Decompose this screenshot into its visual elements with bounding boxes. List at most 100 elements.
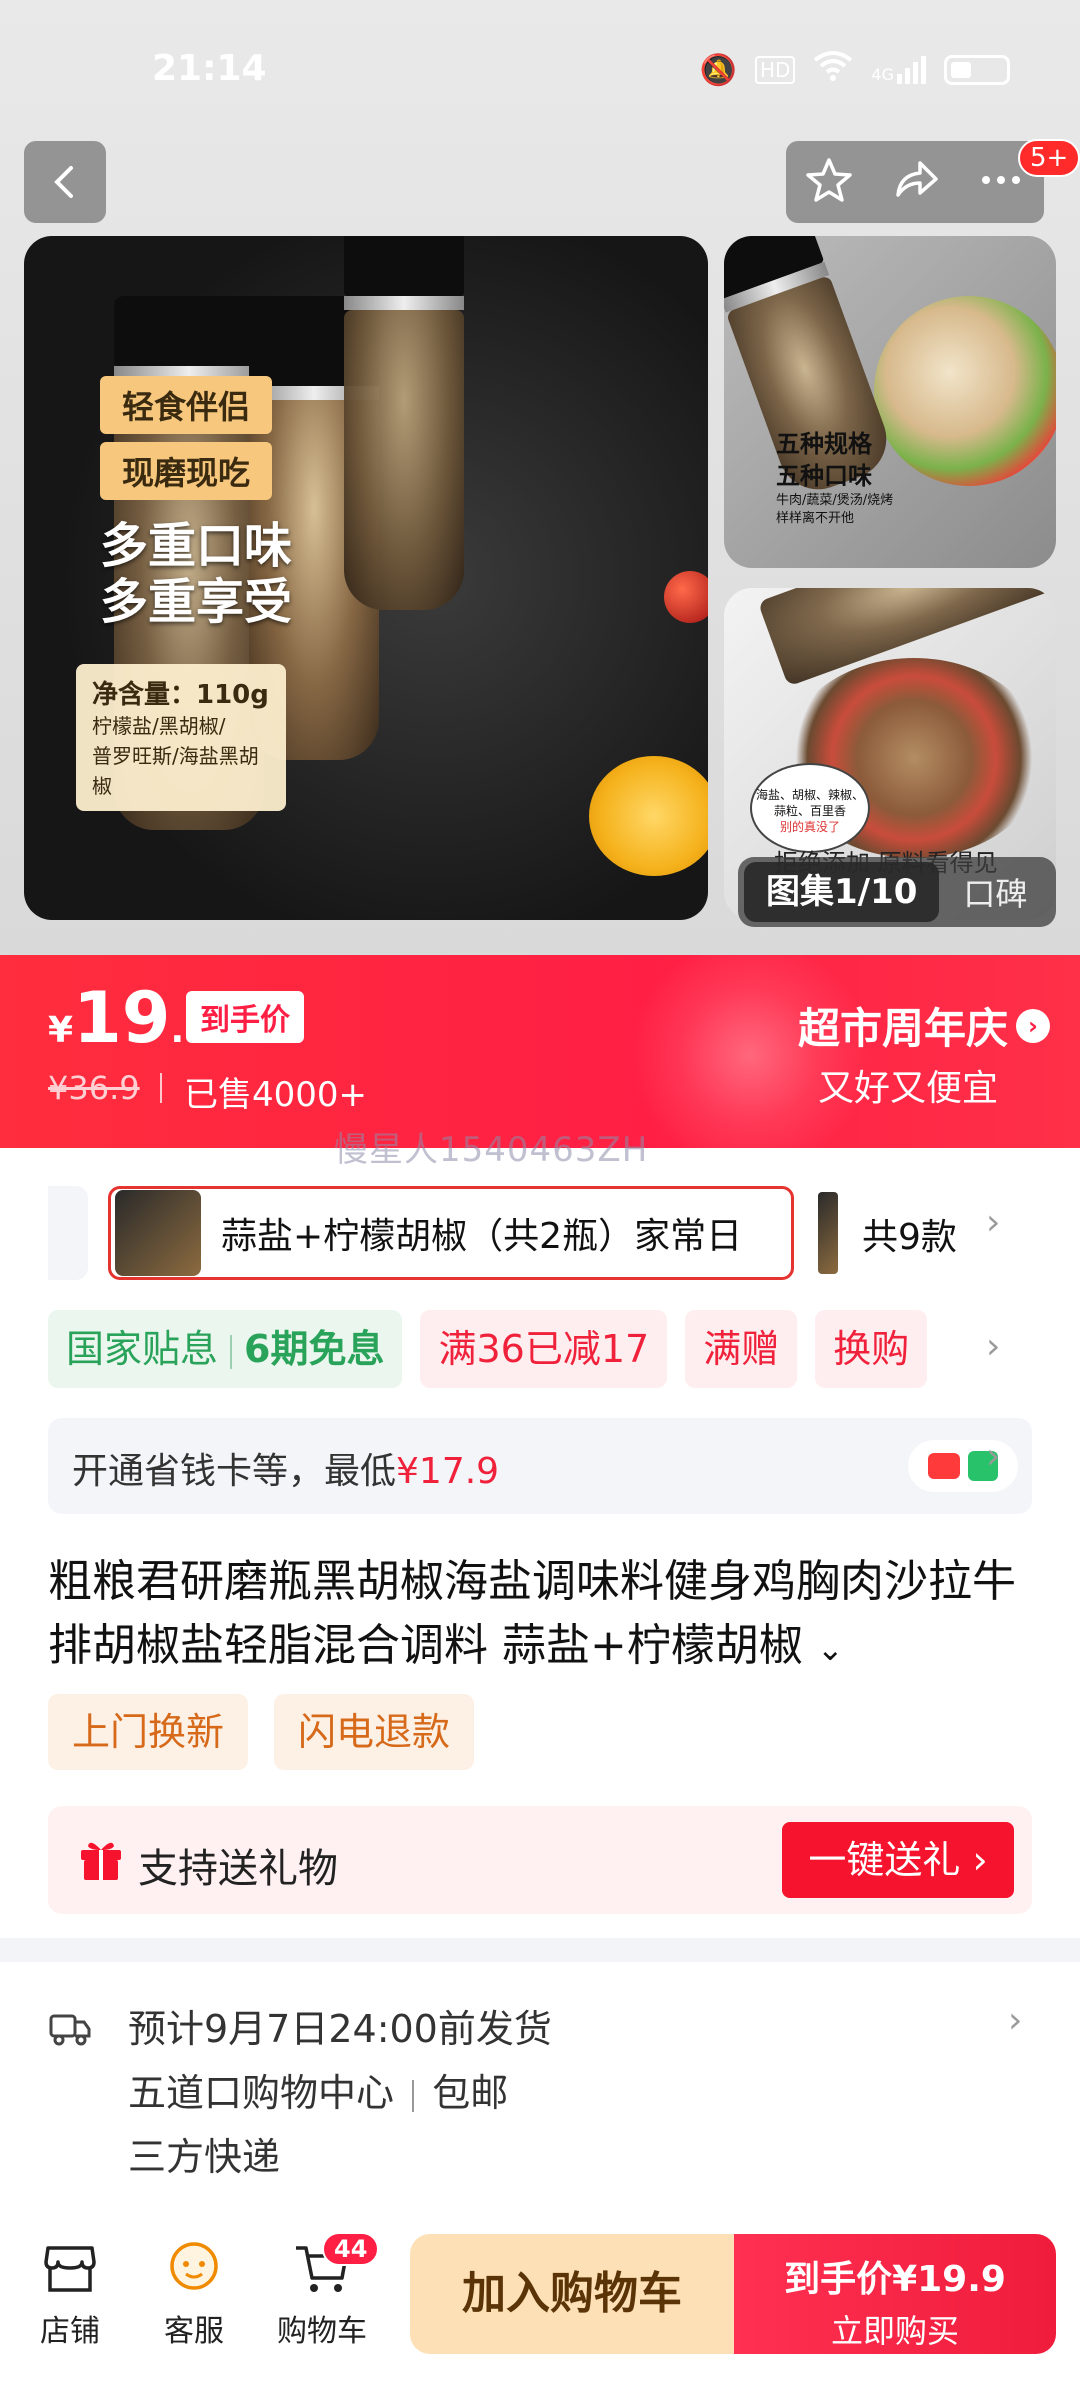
chevron-right-icon[interactable]: ›	[986, 1202, 1000, 1243]
shipping-info[interactable]: 预计9月7日24:00前发货 五道口购物中心 包邮 三方快递 ›	[0, 1962, 1080, 2222]
sold-separator	[160, 1073, 162, 1103]
chevron-right-icon: ›	[1016, 1008, 1050, 1043]
promo-event-link[interactable]: 超市周年庆 ›	[798, 995, 1050, 1056]
discount-chip[interactable]: 满36已减17	[420, 1310, 668, 1388]
chevron-left-icon	[54, 166, 73, 198]
installment-label: 6期免息	[244, 1327, 385, 1371]
gallery-slogan: 多重口味 多重享受	[100, 518, 292, 630]
share-button[interactable]	[890, 155, 940, 209]
product-title-text: 粗粮君研磨瓶黑胡椒海盐调味料健身鸡胸肉沙拉牛排胡椒盐轻脂混合调料 蒜盐+柠檬胡椒	[48, 1556, 1016, 1671]
saver-text: 开通省钱卡等，最低¥17.9	[72, 1442, 499, 1494]
sku-selected-option[interactable]: 蒜盐+柠檬胡椒（共2瓶）家常日	[108, 1186, 794, 1280]
store-button[interactable]: 店铺	[10, 2238, 130, 2350]
cart-count-badge: 44	[322, 2232, 380, 2266]
saver-card-row[interactable]: 开通省钱卡等，最低¥17.9 ›	[48, 1418, 1032, 1514]
net-weight-box: 净含量：110g 柠檬盐/黑胡椒/ 普罗旺斯/海盐黑胡椒	[76, 664, 286, 811]
sold-count: 已售4000+	[184, 1075, 368, 1115]
thumb-1-line-1: 五种规格	[776, 430, 872, 458]
original-price: ¥36.9	[48, 1069, 140, 1107]
exchange-promo-chip[interactable]: 换购	[815, 1310, 928, 1388]
gallery-tag-2: 现磨现吃	[100, 442, 273, 500]
store-label: 店铺	[40, 2314, 100, 2349]
hd-icon: HD	[754, 56, 796, 84]
send-gift-label: 一键送礼	[808, 1838, 961, 1882]
promo-event-subtitle: 又好又便宜	[817, 1068, 998, 1109]
customer-service-icon	[170, 2242, 218, 2290]
sku-total-count[interactable]: 共9款	[862, 1208, 957, 1260]
mute-icon: 🔕	[699, 52, 737, 88]
message-badge: 5+	[1018, 139, 1080, 177]
reviews-tab[interactable]: 口碑	[963, 869, 1027, 915]
salad-plate	[874, 296, 1056, 486]
cart-label: 购物车	[277, 2314, 367, 2349]
customer-service-button[interactable]: 客服	[134, 2238, 254, 2350]
ship-estimate: 预计9月7日24:00前发货	[128, 2007, 552, 2051]
add-to-cart-button[interactable]: 加入购物车	[410, 2234, 734, 2354]
service-tag-exchange[interactable]: 上门换新	[48, 1694, 249, 1770]
buy-now-button[interactable]: 到手价¥19.9 立即购买	[734, 2234, 1056, 2354]
share-icon	[896, 161, 938, 197]
gift-row: 支持送礼物 一键送礼 ›	[48, 1806, 1032, 1914]
favorite-button[interactable]	[804, 155, 854, 209]
status-icons: 🔕 HD 4G	[700, 50, 1010, 90]
currency-symbol: ¥	[48, 1010, 74, 1051]
coupon-icon	[928, 1453, 960, 1479]
price-integer: 19	[73, 977, 171, 1059]
thumb-1-line-2: 五种口味	[776, 462, 872, 490]
free-shipping: 包邮	[432, 2071, 509, 2115]
sku-prev-option[interactable]	[48, 1186, 88, 1280]
bubble-text: 海盐、胡椒、辣椒、蒜粒、百里香	[755, 788, 864, 818]
sku-selected-label: 蒜盐+柠檬胡椒（共2瓶）家常日	[221, 1216, 743, 1257]
flavors-line-1: 柠檬盐/黑胡椒/	[92, 714, 226, 738]
sku-next-option[interactable]	[818, 1192, 838, 1274]
national-subsidy-label: 国家贴息	[66, 1327, 219, 1371]
thumb-1-line-3: 牛肉/蔬菜/煲汤/烧烤	[776, 493, 894, 508]
gift-label: 支持送礼物	[138, 1846, 338, 1892]
promotions-more-chevron[interactable]: ›	[986, 1326, 1000, 1367]
saver-icons	[908, 1440, 1018, 1492]
product-title[interactable]: 粗粮君研磨瓶黑胡椒海盐调味料健身鸡胸肉沙拉牛排胡椒盐轻脂混合调料 蒜盐+柠檬胡椒…	[48, 1550, 1028, 1681]
ship-origin-line: 五道口购物中心 包邮	[128, 2062, 508, 2117]
header-actions	[786, 141, 1044, 223]
user-watermark: 慢星人1540463ZH	[334, 1130, 649, 1170]
album-pill[interactable]: 图集1/10 口碑	[738, 857, 1056, 927]
send-gift-button[interactable]: 一键送礼 ›	[782, 1822, 1014, 1898]
star-icon	[806, 158, 852, 202]
buy-now-label: 立即购买	[830, 2312, 959, 2350]
thumb-1-caption: 五种规格 五种口味 牛肉/蔬菜/煲汤/烧烤 样样离不开他	[776, 428, 893, 528]
status-bar: 21:14 🔕 HD 4G	[0, 0, 1080, 140]
bottle-right	[344, 236, 464, 610]
ship-separator	[412, 2079, 415, 2112]
slogan-line-1: 多重口味	[100, 518, 293, 574]
flavors-line-2: 普罗旺斯/海盐黑胡椒	[92, 744, 259, 798]
service-tag-refund[interactable]: 闪电退款	[274, 1694, 475, 1770]
back-button[interactable]	[24, 141, 106, 223]
bottom-action-bar: 店铺 客服 购物车 44 加入购物车 到手价¥19.9 立即购买	[0, 2222, 1080, 2400]
4g-signal-icon: 4G	[871, 56, 926, 84]
sku-selector: 蒜盐+柠檬胡椒（共2瓶）家常日 共9款 ›	[0, 1180, 1080, 1280]
slogan-line-2: 多重享受	[100, 574, 293, 630]
ship-origin: 五道口购物中心	[128, 2071, 395, 2115]
service-tags: 上门换新 闪电退款	[48, 1694, 475, 1770]
store-icon	[44, 2246, 96, 2292]
promotion-chips: 国家贴息 6期免息 满36已减17 满赠 换购	[48, 1310, 960, 1388]
gift-promo-chip[interactable]: 满赠	[685, 1310, 798, 1388]
buy-now-price: 到手价¥19.9	[784, 2259, 1006, 2300]
saver-lowest-price: ¥17.9	[396, 1451, 500, 1492]
chevron-right-icon: ›	[986, 1436, 1001, 1477]
gallery-main-image[interactable]: 轻食伴侣 现磨现吃 多重口味 多重享受 净含量：110g 柠檬盐/黑胡椒/ 普罗…	[24, 236, 708, 920]
status-time: 21:14	[152, 48, 267, 89]
battery-icon	[944, 55, 1010, 85]
truck-icon	[49, 2014, 91, 2046]
chevron-right-icon: ›	[1008, 2000, 1023, 2041]
gallery-thumb-1[interactable]: 五种规格 五种口味 牛肉/蔬菜/煲汤/烧烤 样样离不开他	[724, 236, 1056, 568]
album-counter[interactable]: 图集1/10	[744, 862, 940, 922]
ship-carrier: 三方快递	[128, 2135, 281, 2179]
installment-chip[interactable]: 国家贴息 6期免息	[48, 1310, 403, 1388]
section-divider	[0, 1938, 1080, 1962]
net-weight: 净含量：110g	[92, 680, 269, 710]
final-price-tag: 到手价	[186, 991, 304, 1043]
ingredient-bubble: 海盐、胡椒、辣椒、蒜粒、百里香 别的真没了	[750, 763, 870, 853]
wifi-icon	[813, 50, 853, 90]
chevron-down-icon[interactable]: ⌄	[817, 1630, 844, 1668]
